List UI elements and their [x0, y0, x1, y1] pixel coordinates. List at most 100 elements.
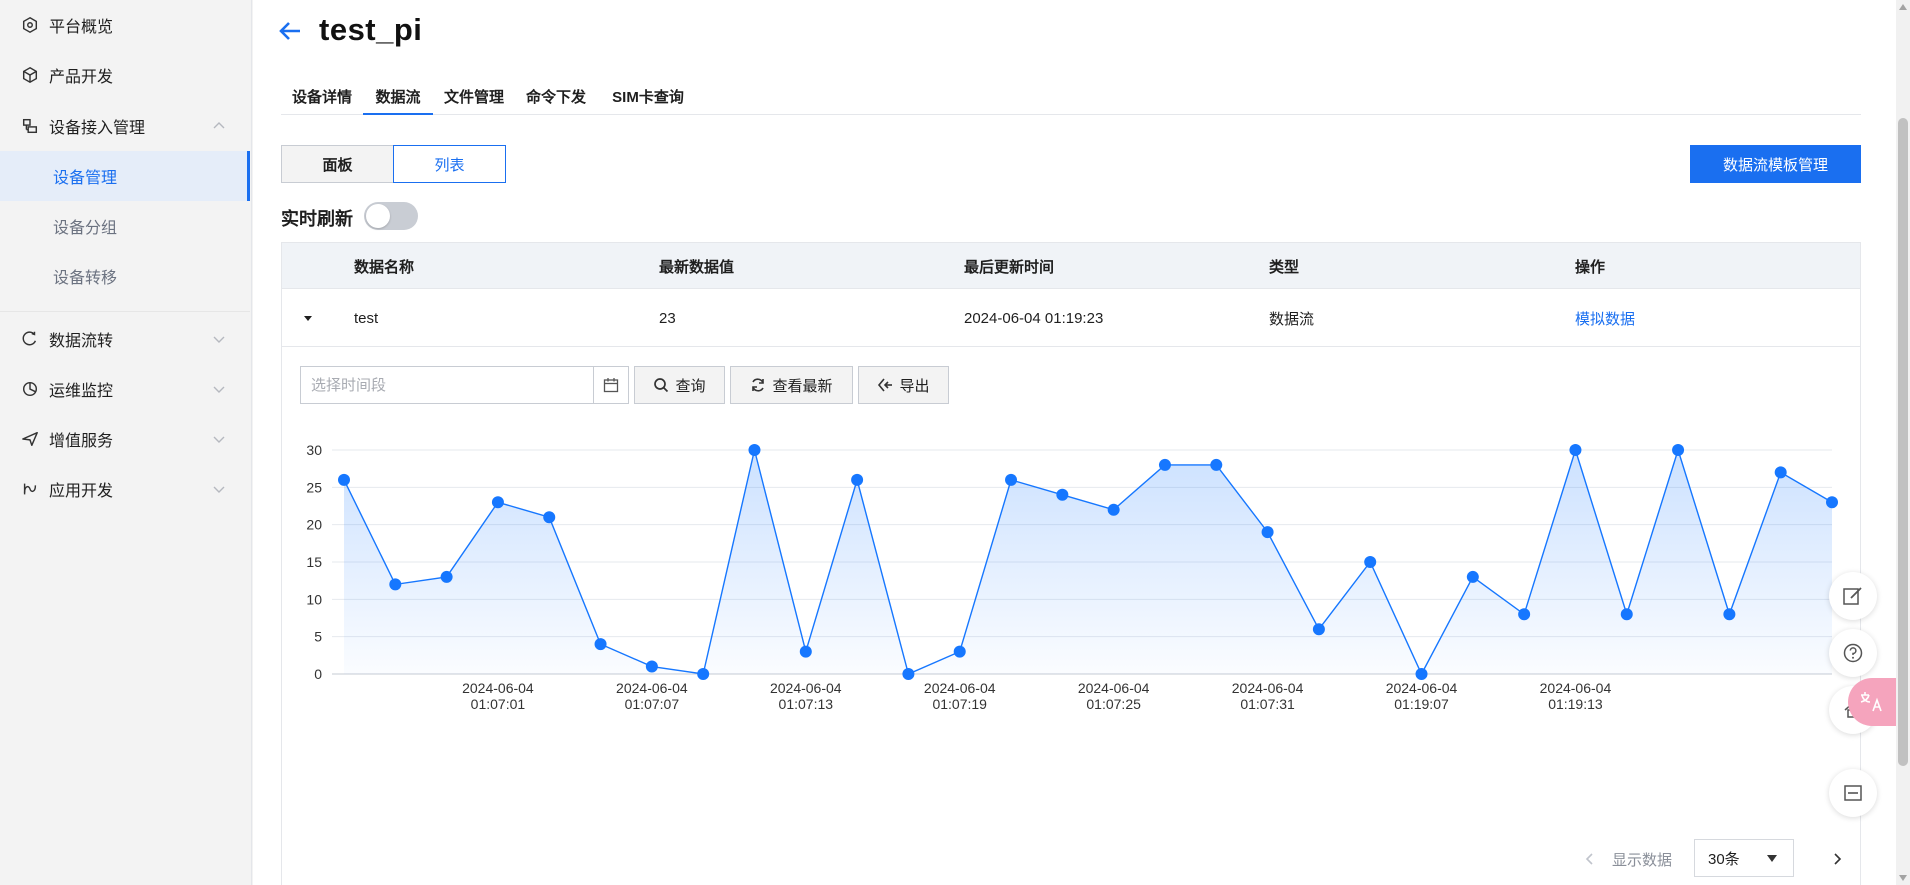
export-icon — [878, 378, 893, 392]
y-tick-label: 0 — [314, 666, 322, 682]
view-list-button[interactable]: 列表 — [393, 145, 506, 183]
caret-down-icon[interactable] — [302, 312, 314, 324]
x-tick-label: 01:19:07 — [1394, 696, 1449, 712]
view-panel-button[interactable]: 面板 — [281, 145, 394, 183]
data-point[interactable] — [953, 645, 966, 658]
translate-icon — [1860, 692, 1882, 712]
tab-data-stream[interactable]: 数据流 — [363, 78, 433, 115]
data-point[interactable] — [389, 578, 402, 591]
tab-bar: 设备详情 数据流 文件管理 命令下发 SIM卡查询 — [281, 78, 1861, 115]
export-label: 导出 — [899, 377, 930, 395]
x-tick-label: 2024-06-04 — [1232, 680, 1304, 696]
sidebar-item-monitor[interactable]: 运维监控 — [0, 364, 250, 414]
send-icon — [20, 429, 40, 449]
minimize-icon — [1844, 785, 1862, 801]
tab-file-manage[interactable]: 文件管理 — [439, 78, 509, 115]
tab-sim-query[interactable]: SIM卡查询 — [603, 78, 693, 115]
data-point[interactable] — [1826, 496, 1838, 509]
data-point[interactable] — [1312, 623, 1325, 636]
data-point[interactable] — [1672, 444, 1685, 456]
data-point[interactable] — [799, 645, 812, 658]
page-size-label: 显示数据 — [1612, 852, 1673, 869]
translate-button[interactable] — [1848, 678, 1896, 726]
data-point[interactable] — [1620, 608, 1633, 621]
data-point[interactable] — [1261, 526, 1274, 539]
scroll-up-icon[interactable] — [1899, 3, 1907, 11]
stream-template-button[interactable]: 数据流模板管理 — [1690, 145, 1861, 183]
sidebar-item-label: 运维监控 — [49, 383, 114, 400]
page-size-value: 30条 — [1708, 850, 1740, 868]
sidebar-item-device-transfer[interactable]: 设备转移 — [0, 251, 250, 301]
realtime-refresh-toggle[interactable] — [364, 202, 418, 230]
page-title: test_pi — [319, 12, 423, 47]
data-point[interactable] — [1005, 473, 1018, 486]
x-tick-label: 01:07:19 — [932, 696, 987, 712]
data-point[interactable] — [543, 511, 556, 524]
sidebar-item-device-group[interactable]: 设备分组 — [0, 201, 250, 251]
sidebar-item-value-added[interactable]: 增值服务 — [0, 414, 250, 464]
data-point[interactable] — [440, 570, 453, 583]
simulate-data-link[interactable]: 模拟数据 — [1575, 289, 1635, 347]
col-type-header: 类型 — [1269, 258, 1300, 276]
sidebar-item-app-dev[interactable]: 应用开发 — [0, 464, 250, 514]
data-point[interactable] — [1569, 444, 1582, 456]
sidebar-item-label: 设备接入管理 — [49, 120, 146, 137]
table-row: test 23 2024-06-04 01:19:23 数据流 模拟数据 — [282, 289, 1860, 347]
page-size-select[interactable]: 30条 — [1694, 839, 1794, 877]
help-button[interactable] — [1829, 629, 1877, 677]
pagination: 显示数据 30条 — [282, 833, 1860, 883]
view-latest-button[interactable]: 查看最新 — [730, 366, 853, 404]
data-point[interactable] — [1107, 503, 1120, 516]
data-point[interactable] — [338, 473, 350, 486]
tab-command[interactable]: 命令下发 — [521, 78, 591, 115]
sidebar-item-data-flow[interactable]: 数据流转 — [0, 314, 250, 364]
device-access-icon — [20, 116, 40, 136]
chevron-right-icon[interactable] — [1829, 851, 1845, 867]
data-point[interactable] — [1518, 608, 1531, 621]
sidebar-item-overview[interactable]: 平台概览 — [0, 0, 250, 50]
data-point[interactable] — [594, 638, 607, 651]
data-point[interactable] — [645, 660, 658, 673]
sidebar-item-device-access[interactable]: 设备接入管理 — [0, 101, 250, 151]
data-point[interactable] — [697, 668, 710, 680]
y-tick-label: 30 — [306, 442, 322, 458]
back-arrow-icon[interactable] — [277, 18, 303, 44]
data-point[interactable] — [1210, 458, 1223, 471]
query-button[interactable]: 查询 — [634, 366, 725, 404]
date-range-input[interactable] — [311, 376, 551, 394]
data-point[interactable] — [1466, 570, 1479, 583]
date-range-field[interactable] — [300, 366, 594, 404]
export-button[interactable]: 导出 — [858, 366, 949, 404]
sidebar-item-label: 设备分组 — [53, 220, 118, 237]
data-point[interactable] — [1364, 556, 1377, 568]
refresh-icon — [752, 378, 765, 392]
chevron-left-icon[interactable] — [1582, 851, 1598, 867]
data-point[interactable] — [748, 444, 761, 456]
data-point[interactable] — [491, 496, 504, 509]
data-point[interactable] — [1158, 458, 1171, 471]
x-tick-label: 01:07:07 — [625, 696, 680, 712]
scrollbar-thumb[interactable] — [1898, 118, 1908, 766]
y-tick-label: 15 — [306, 554, 322, 570]
feedback-button[interactable] — [1829, 572, 1877, 620]
data-point[interactable] — [902, 668, 915, 680]
sidebar-item-device-manage[interactable]: 设备管理 — [0, 151, 250, 201]
data-point[interactable] — [1774, 466, 1787, 479]
data-stream-chart: 0 5 10 15 20 25 30 2024-06-04 01:07:01 2024-06-0… — [282, 428, 1860, 828]
data-point[interactable] — [1415, 668, 1428, 680]
area-chart: 051015202530 2024-06-0401:07:012024-06-0… — [306, 442, 1838, 712]
col-time-header: 最后更新时间 — [964, 258, 1055, 276]
collapse-button[interactable] — [1829, 769, 1877, 817]
y-tick-label: 5 — [314, 629, 322, 645]
chevron-down-icon — [213, 336, 225, 343]
data-point[interactable] — [1723, 608, 1736, 621]
sidebar-item-label: 设备管理 — [53, 170, 118, 187]
calendar-button[interactable] — [594, 366, 629, 404]
data-point[interactable] — [1056, 488, 1069, 501]
sidebar-divider — [0, 311, 250, 312]
cell-value: 23 — [659, 309, 676, 327]
scroll-down-icon[interactable] — [1899, 874, 1907, 882]
sidebar-item-product[interactable]: 产品开发 — [0, 50, 250, 100]
data-point[interactable] — [851, 473, 864, 486]
tab-device-detail[interactable]: 设备详情 — [281, 78, 363, 115]
